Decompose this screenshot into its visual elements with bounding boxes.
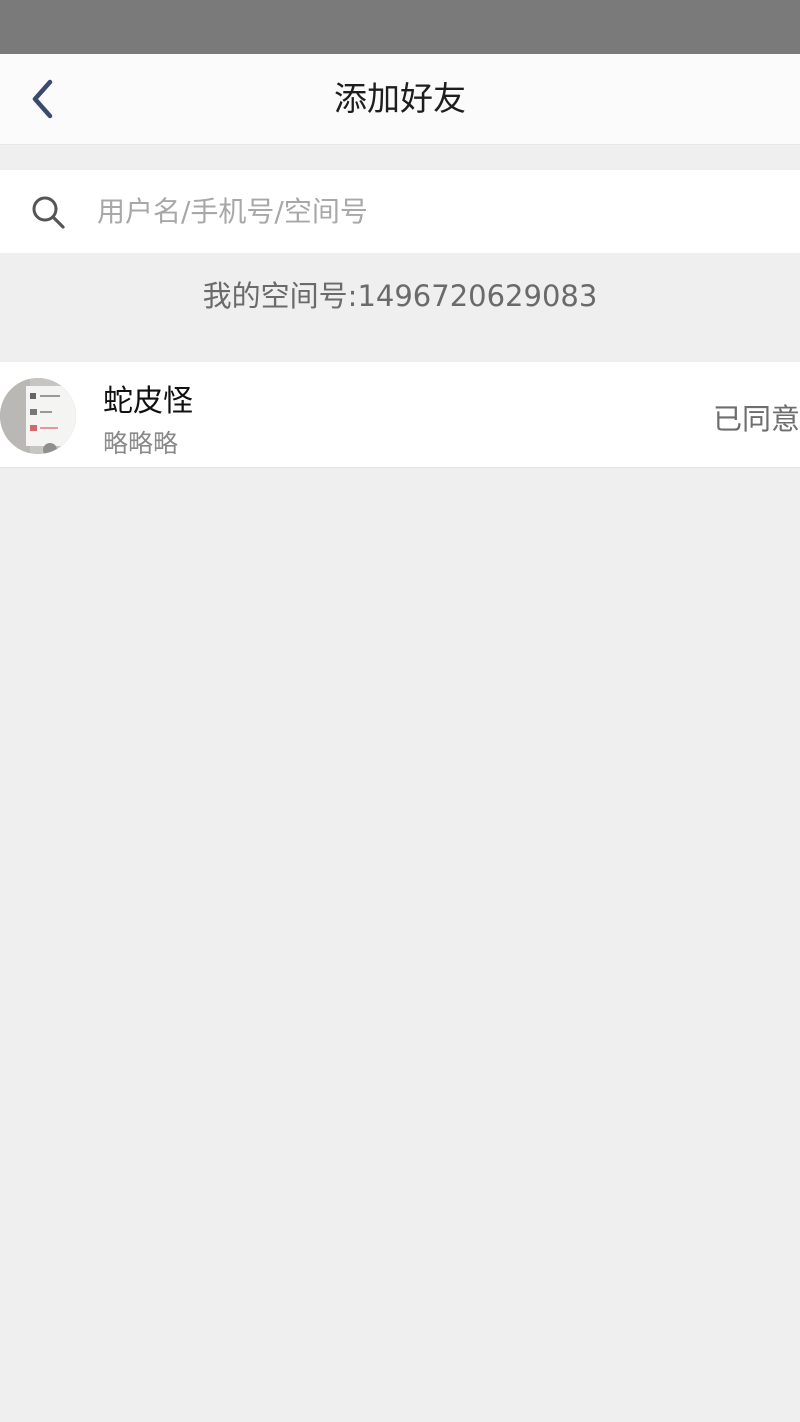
- page-title: 添加好友: [334, 79, 466, 118]
- avatar[interactable]: [0, 378, 76, 454]
- search-icon: [32, 196, 65, 229]
- status-bar: [0, 0, 800, 54]
- status-label: 已同意: [712, 402, 800, 436]
- search-bar[interactable]: [0, 170, 800, 253]
- nav-bar: 添加好友: [0, 54, 800, 145]
- search-input[interactable]: [97, 170, 777, 253]
- friend-message: 略略略: [103, 429, 179, 458]
- friend-name: 蛇皮怪: [103, 384, 193, 419]
- my-space-id: 我的空间号:1496720629083: [202, 279, 598, 313]
- friend-request-row[interactable]: 蛇皮怪 略略略 已同意: [0, 362, 800, 468]
